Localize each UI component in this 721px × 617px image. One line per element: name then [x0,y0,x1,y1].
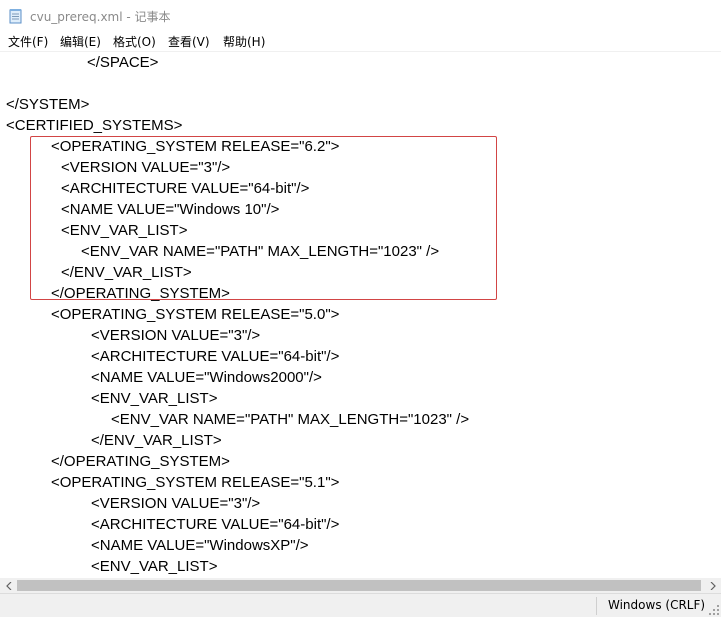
menu-bar: 文件(F) 编辑(E) 格式(O) 查看(V) 帮助(H) [0,32,721,52]
scroll-thumb[interactable] [17,580,701,591]
resize-grip-icon[interactable] [709,605,719,615]
editor-line: <NAME VALUE="WindowsXP"/> [91,537,309,554]
menu-format[interactable]: 格式(O) [113,33,156,50]
status-divider [596,597,597,615]
scroll-right-button[interactable] [704,578,721,593]
scroll-left-button[interactable] [0,578,17,593]
editor-line: <OPERATING_SYSTEM RELEASE="5.0"> [51,306,340,323]
editor-line: </SYSTEM> [6,96,90,113]
editor-line: <ENV_VAR NAME="PATH" MAX_LENGTH="1023" /… [111,411,470,428]
line-ending-status: Windows (CRLF) [608,598,706,612]
notepad-icon [9,9,22,24]
menu-help[interactable]: 帮助(H) [223,33,265,50]
editor-line: <ENV_VAR_LIST> [91,390,218,407]
editor-line: <VERSION VALUE="3"/> [91,327,261,344]
horizontal-scrollbar[interactable] [0,578,721,593]
editor-line: </SPACE> [87,54,159,71]
status-bar: Windows (CRLF) [0,593,721,617]
chevron-right-icon [710,581,716,590]
text-editor[interactable]: </SPACE> </SYSTEM> <CERTIFIED_SYSTEMS> <… [0,52,721,578]
chevron-left-icon [5,581,11,590]
editor-line: <VERSION VALUE="3"/> [91,495,261,512]
menu-file[interactable]: 文件(F) [8,33,48,50]
editor-line: </OPERATING_SYSTEM> [51,453,230,470]
editor-line: <CERTIFIED_SYSTEMS> [6,117,183,134]
title-bar[interactable]: cvu_prereq.xml - 记事本 [0,0,721,32]
window-title: cvu_prereq.xml - 记事本 [30,10,171,24]
menu-view[interactable]: 查看(V) [168,33,210,50]
editor-line: <OPERATING_SYSTEM RELEASE="5.1"> [51,474,340,491]
editor-line: </ENV_VAR_LIST> [91,432,222,449]
highlight-annotation-box [30,136,497,300]
editor-line: <ENV_VAR_LIST> [91,558,218,575]
editor-line: <ARCHITECTURE VALUE="64-bit"/> [91,516,340,533]
editor-line: <ARCHITECTURE VALUE="64-bit"/> [91,348,340,365]
editor-line: <NAME VALUE="Windows2000"/> [91,369,322,386]
menu-edit[interactable]: 编辑(E) [60,33,101,50]
